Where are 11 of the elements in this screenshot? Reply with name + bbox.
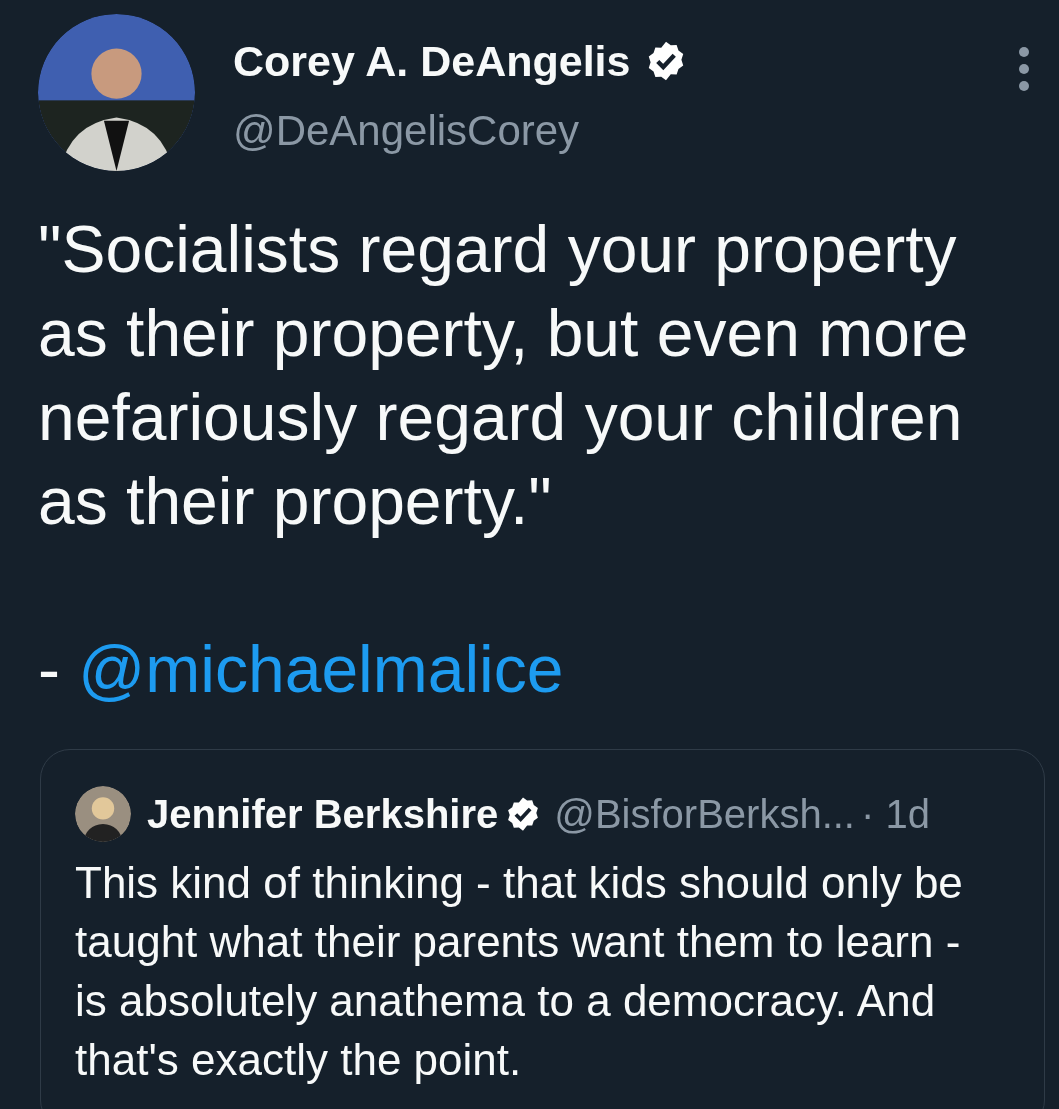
avatar bbox=[75, 786, 131, 842]
attribution-dash: - bbox=[38, 631, 61, 708]
quoted-tweet-text: This kind of thinking - that kids should only be taught what their parents want them to learn - is absolutely anathema to a democracy. And that's exactly the point. bbox=[75, 857, 964, 1086]
author-name[interactable]: Corey A. DeAngelis bbox=[233, 36, 631, 86]
author-handle[interactable]: @DeAngelisCorey bbox=[233, 106, 979, 156]
author-handle[interactable]: @BisforBerksh... bbox=[554, 791, 855, 837]
tweet-time: · 1d bbox=[860, 791, 930, 837]
mention-link[interactable]: @michaelmalice bbox=[78, 629, 564, 709]
tweet-text: "Socialists regard your property as their property, but even more nefariously regard your children as their property." bbox=[38, 211, 970, 540]
author-name[interactable]: Jennifer Berkshire bbox=[147, 791, 499, 837]
more-options-icon[interactable] bbox=[1017, 46, 1031, 92]
